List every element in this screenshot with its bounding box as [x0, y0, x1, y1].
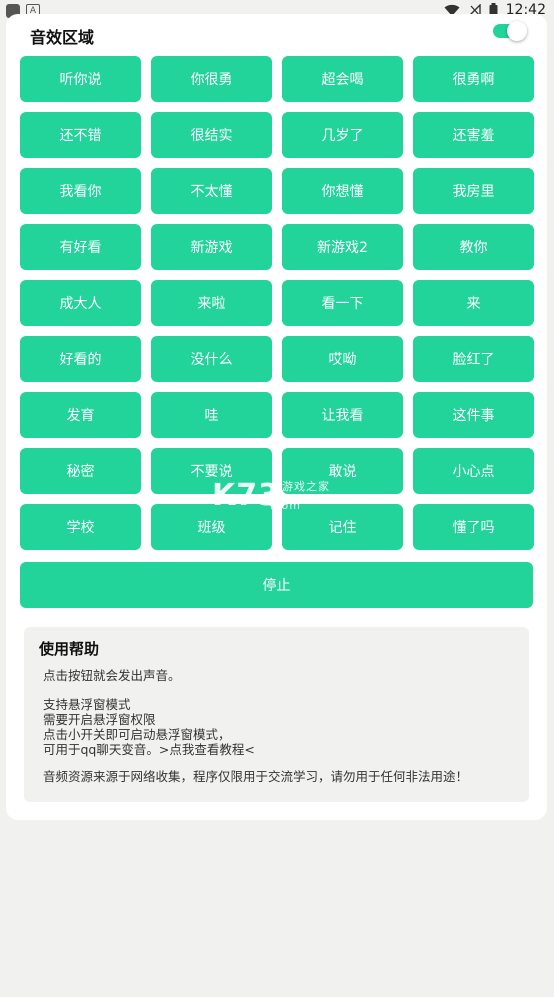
sound-button[interactable]: 来啦 — [151, 280, 272, 326]
section-title: 音效区域 — [30, 28, 95, 47]
sound-button[interactable]: 秘密 — [20, 448, 141, 494]
sound-button[interactable]: 几岁了 — [282, 112, 403, 158]
sound-button[interactable]: 新游戏 — [151, 224, 272, 270]
sound-button[interactable]: 没什么 — [151, 336, 272, 382]
sound-button[interactable]: 还不错 — [20, 112, 141, 158]
sound-button[interactable]: 让我看 — [282, 392, 403, 438]
sound-button[interactable]: 新游戏2 — [282, 224, 403, 270]
sound-button[interactable]: 好看的 — [20, 336, 141, 382]
sound-button[interactable]: 发育 — [20, 392, 141, 438]
help-text-intro: 点击按钮就会发出声音。 — [43, 668, 181, 683]
sound-button[interactable]: 我看你 — [20, 168, 141, 214]
sound-button[interactable]: 脸红了 — [413, 336, 534, 382]
sound-button[interactable]: 我房里 — [413, 168, 534, 214]
floating-window-toggle[interactable] — [493, 21, 527, 41]
sound-button[interactable]: 你很勇 — [151, 56, 272, 102]
sound-button[interactable]: 很结实 — [151, 112, 272, 158]
sound-button[interactable]: 你想懂 — [282, 168, 403, 214]
help-title: 使用帮助 — [39, 640, 100, 658]
stop-button[interactable]: 停止 — [20, 562, 533, 608]
sound-button[interactable]: 学校 — [20, 504, 141, 550]
sound-button-grid: 听你说 你很勇 超会喝 很勇啊 还不错 很结实 几岁了 还害羞 我看你 不太懂 … — [20, 56, 534, 550]
sound-button[interactable]: 还害羞 — [413, 112, 534, 158]
sound-button[interactable]: 超会喝 — [282, 56, 403, 102]
site-watermark: K73 游戏之家 .com — [212, 478, 330, 513]
sound-button[interactable]: 这件事 — [413, 392, 534, 438]
sound-button[interactable]: 小心点 — [413, 448, 534, 494]
sound-button[interactable]: 教你 — [413, 224, 534, 270]
sound-button[interactable]: 很勇啊 — [413, 56, 534, 102]
sound-button[interactable]: 有好看 — [20, 224, 141, 270]
sound-button[interactable]: 懂了吗 — [413, 504, 534, 550]
sound-button[interactable]: 不太懂 — [151, 168, 272, 214]
sound-button[interactable]: 看一下 — [282, 280, 403, 326]
help-panel: 使用帮助 点击按钮就会发出声音。 支持悬浮窗模式 需要开启悬浮窗权限 点击小开关… — [24, 627, 529, 802]
sound-panel-card: 音效区域 听你说 你很勇 超会喝 很勇啊 还不错 很结实 几岁了 还害羞 我看你… — [6, 14, 547, 820]
sound-button[interactable]: 哇 — [151, 392, 272, 438]
sound-button[interactable]: 来 — [413, 280, 534, 326]
help-text-disclaimer: 音频资源来源于网络收集，程序仅限用于交流学习，请勿用于任何非法用途！ — [43, 769, 469, 784]
sound-button[interactable]: 成大人 — [20, 280, 141, 326]
sound-button[interactable]: 听你说 — [20, 56, 141, 102]
sound-button[interactable]: 哎呦 — [282, 336, 403, 382]
help-text-floating[interactable]: 支持悬浮窗模式 需要开启悬浮窗权限 点击小开关即可启动悬浮窗模式， 可用于qq聊… — [43, 697, 255, 757]
